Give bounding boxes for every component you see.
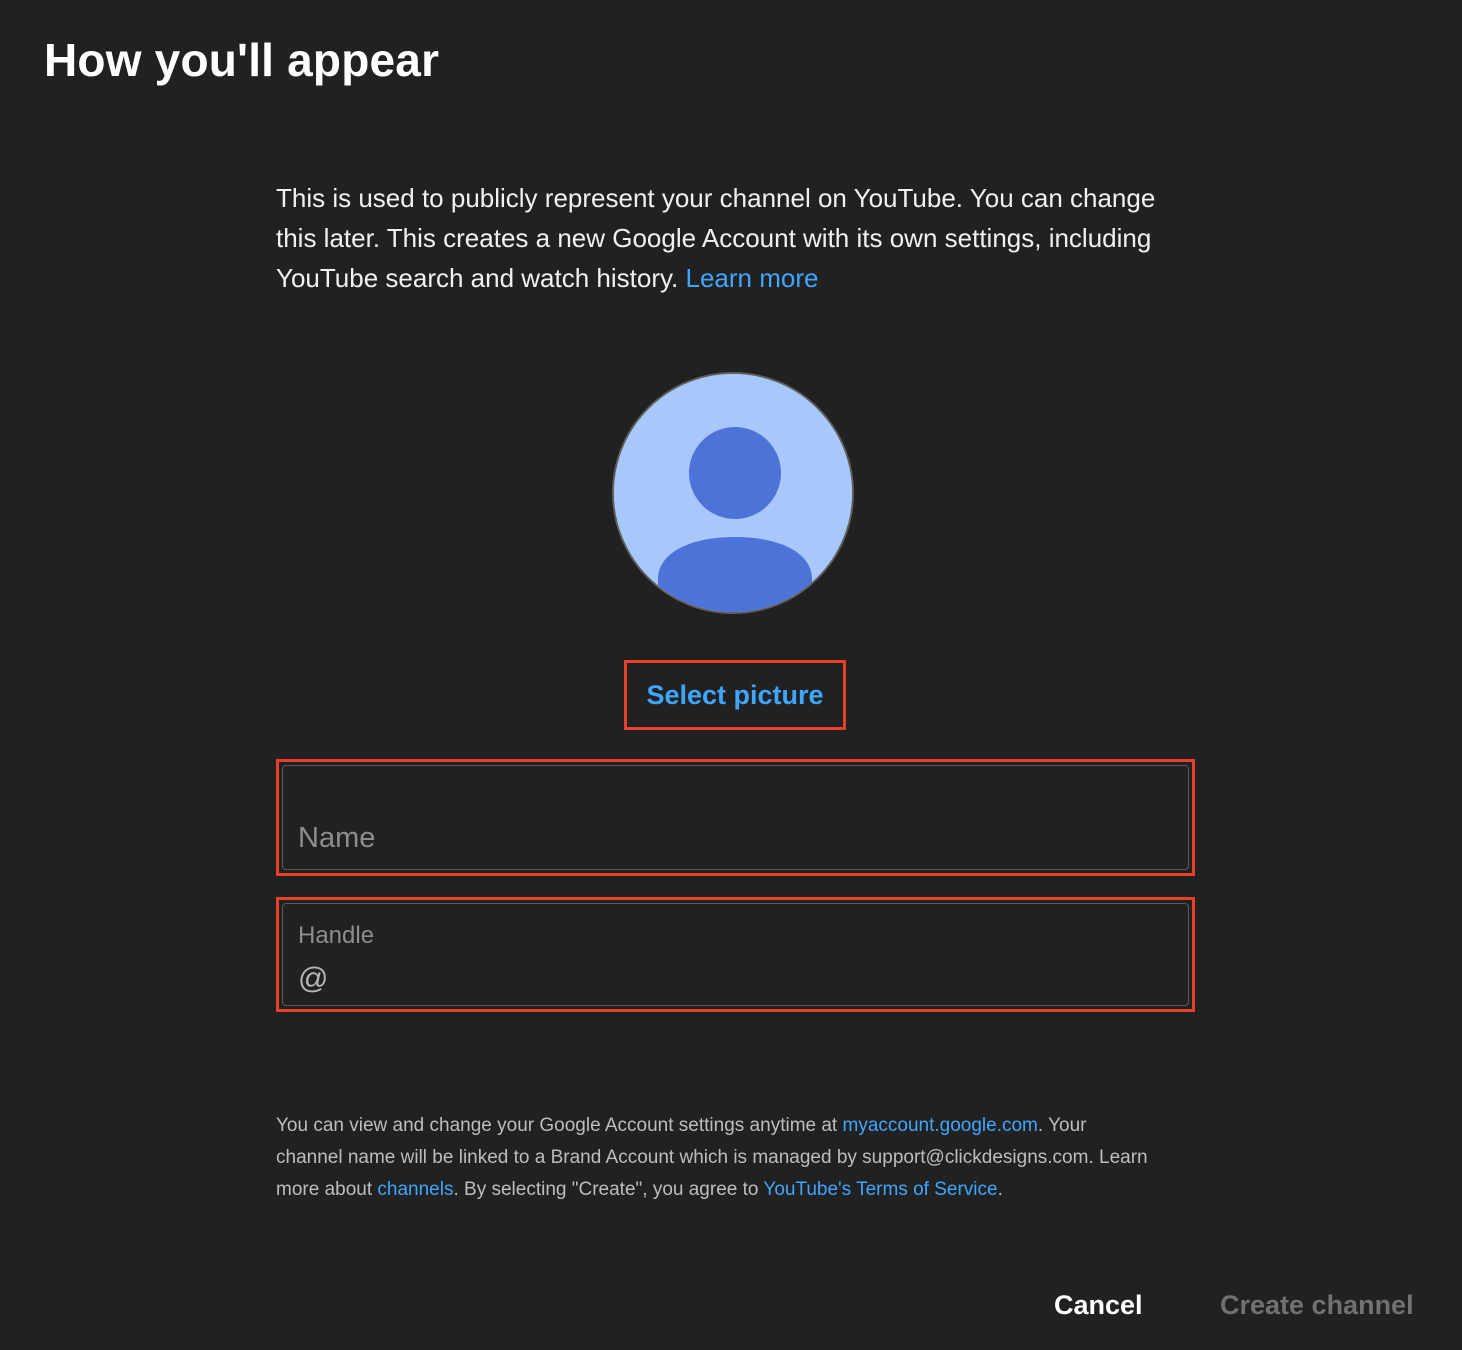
- default-profile-avatar-icon: [614, 374, 852, 612]
- channels-link[interactable]: channels: [377, 1179, 453, 1200]
- learn-more-link[interactable]: Learn more: [686, 263, 819, 293]
- dialog-title: How you'll appear: [44, 34, 440, 86]
- myaccount-link[interactable]: myaccount.google.com: [843, 1115, 1038, 1136]
- profile-avatar: [612, 372, 854, 614]
- name-input-box[interactable]: Name: [282, 765, 1189, 870]
- select-picture-button[interactable]: Select picture: [624, 660, 846, 730]
- handle-field[interactable]: Handle @: [276, 897, 1195, 1012]
- name-field[interactable]: Name: [276, 759, 1195, 876]
- handle-input-box[interactable]: Handle @: [282, 903, 1189, 1006]
- footnote-text-3: . By selecting "Create", you agree to: [453, 1179, 764, 1200]
- create-channel-dialog: How you'll appear This is used to public…: [0, 0, 1462, 1350]
- handle-label: Handle: [298, 922, 375, 949]
- name-placeholder: Name: [298, 822, 376, 854]
- create-channel-button[interactable]: Create channel: [1220, 1282, 1414, 1328]
- footnote-text-4: .: [997, 1179, 1003, 1200]
- footnote-text-1: You can view and change your Google Acco…: [276, 1115, 843, 1136]
- intro-text: This is used to publicly represent your …: [276, 178, 1156, 298]
- handle-at-prefix: @: [298, 962, 329, 995]
- terms-footnote: You can view and change your Google Acco…: [276, 1110, 1156, 1206]
- terms-of-service-link[interactable]: YouTube's Terms of Service: [763, 1179, 997, 1200]
- cancel-button[interactable]: Cancel: [1054, 1282, 1143, 1328]
